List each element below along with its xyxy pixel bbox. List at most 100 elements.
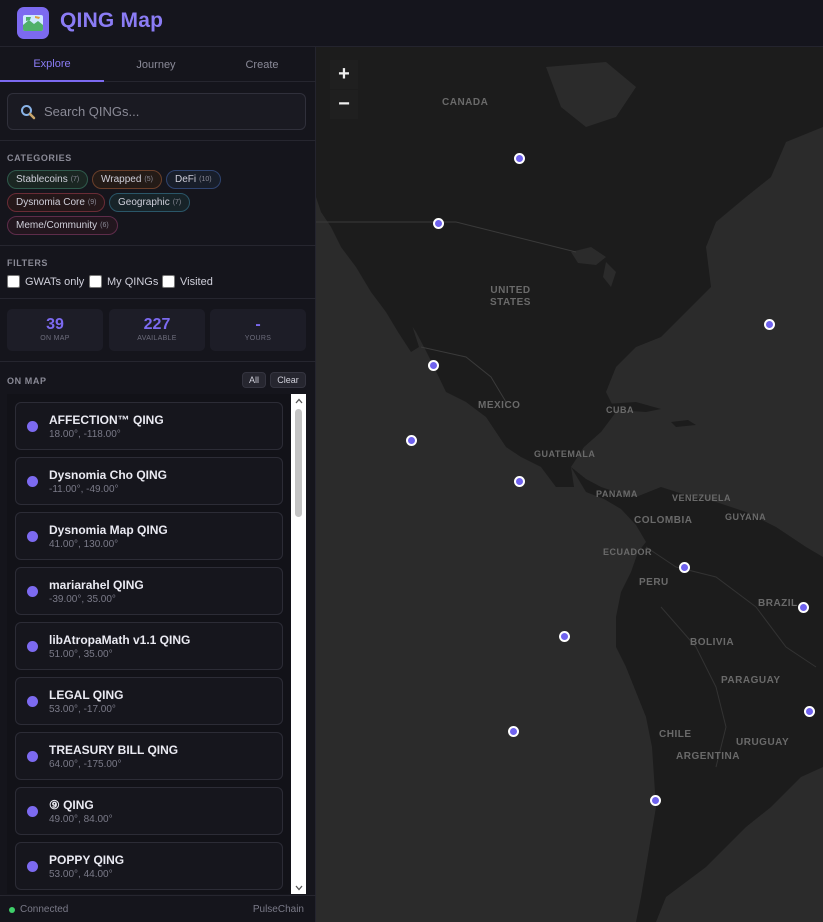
qing-dot: [27, 806, 38, 817]
map-label-chile: CHILE: [659, 729, 692, 740]
qing-marker[interactable]: [804, 706, 815, 717]
qing-marker[interactable]: [764, 319, 775, 330]
qing-marker[interactable]: [514, 476, 525, 487]
list-item[interactable]: POPPY QING 53.00°, 44.00°: [15, 842, 283, 890]
tab-bar: Explore Journey Create: [0, 47, 316, 82]
app-title: QING Map: [60, 9, 164, 32]
filter-label: My QINGs: [107, 275, 159, 288]
qing-name: ⑨ QING: [49, 798, 94, 812]
status-indicator: [9, 907, 15, 913]
chip-label: Meme/Community: [16, 220, 98, 231]
qing-marker[interactable]: [406, 435, 417, 446]
filters-label: FILTERS: [7, 258, 49, 268]
list-item[interactable]: LEGAL QING 53.00°, -17.00°: [15, 677, 283, 725]
sidebar: Explore Journey Create CATEGORIES Stable…: [0, 47, 316, 922]
qing-name: TREASURY BILL QING: [49, 743, 179, 757]
map-label-mexico: MEXICO: [478, 400, 521, 411]
category-chip-dysnomia-core[interactable]: Dysnomia Core (9): [7, 193, 106, 212]
qing-marker[interactable]: [679, 562, 690, 573]
select-all-button[interactable]: All: [242, 372, 266, 388]
list-item[interactable]: TREASURY BILL QING 64.00°, -175.00°: [15, 732, 283, 780]
app-header: QING Map: [0, 0, 823, 47]
qing-coords: 51.00°, 35.00°: [49, 649, 113, 660]
map-label-guatemala: GUATEMALA: [534, 449, 596, 459]
list-item[interactable]: ⑨ QING 49.00°, 84.00°: [15, 787, 283, 835]
chip-label: Geographic: [118, 197, 170, 208]
qing-marker[interactable]: [559, 631, 570, 642]
qing-dot: [27, 476, 38, 487]
qing-marker[interactable]: [514, 153, 525, 164]
map-label-venezuela: VENEZUELA: [672, 493, 732, 503]
scroll-up-icon[interactable]: [291, 394, 306, 407]
clear-button[interactable]: Clear: [270, 372, 306, 388]
visited-checkbox[interactable]: [162, 275, 175, 288]
chip-count: (5): [144, 176, 153, 183]
tab-journey[interactable]: Journey: [104, 47, 208, 82]
map-label-cuba: CUBA: [606, 405, 634, 415]
category-chip-wrapped[interactable]: Wrapped (5): [92, 170, 162, 189]
divider: [0, 361, 316, 362]
list-item[interactable]: Dysnomia Cho QING -11.00°, -49.00°: [15, 457, 283, 505]
map-label-united-states: UNITED STATES: [490, 285, 531, 308]
qing-coords: 53.00°, -17.00°: [49, 704, 116, 715]
qing-name: mariarahel QING: [49, 578, 144, 592]
qing-name: AFFECTION™ QING: [49, 413, 164, 427]
map-label-argentina: ARGENTINA: [676, 751, 740, 762]
qing-coords: -39.00°, 35.00°: [49, 594, 116, 605]
stat-label: AVAILABLE: [137, 335, 177, 342]
qing-marker[interactable]: [798, 602, 809, 613]
qing-marker[interactable]: [650, 795, 661, 806]
search-icon: [21, 105, 36, 120]
chip-label: Stablecoins: [16, 174, 68, 185]
map-label-uruguay: URUGUAY: [736, 737, 790, 748]
tab-explore[interactable]: Explore: [0, 47, 104, 82]
connection-status: Connected: [20, 904, 69, 915]
qing-dot: [27, 696, 38, 707]
stat-yours: - YOURS: [210, 309, 306, 351]
chip-label: Dysnomia Core: [16, 197, 85, 208]
list-item[interactable]: Dysnomia Map QING 41.00°, 130.00°: [15, 512, 283, 560]
map-label-ecuador: ECUADOR: [603, 547, 653, 557]
chip-label: Wrapped: [101, 174, 142, 185]
category-chip-stablecoins[interactable]: Stablecoins (7): [7, 170, 89, 189]
qing-dot: [27, 586, 38, 597]
qing-coords: 53.00°, 44.00°: [49, 869, 113, 880]
zoom-out-button[interactable]: −: [330, 90, 358, 119]
list-item[interactable]: AFFECTION™ QING 18.00°, -118.00°: [15, 402, 283, 450]
categories-label: CATEGORIES: [7, 153, 72, 163]
qing-marker[interactable]: [433, 218, 444, 229]
scroll-thumb[interactable]: [295, 409, 302, 517]
list-scrollbar[interactable]: [291, 394, 306, 894]
scroll-down-icon[interactable]: [291, 881, 306, 894]
list-item[interactable]: mariarahel QING -39.00°, 35.00°: [15, 567, 283, 615]
filter-gwats-only[interactable]: GWATs only: [7, 275, 84, 288]
qing-coords: 18.00°, -118.00°: [49, 429, 121, 440]
search-input[interactable]: [44, 94, 299, 129]
category-chip-defi[interactable]: DeFi (10): [166, 170, 221, 189]
my-qings-checkbox[interactable]: [89, 275, 102, 288]
stat-on-map: 39 ON MAP: [7, 309, 103, 351]
category-chip-meme-community[interactable]: Meme/Community (6): [7, 216, 118, 235]
map-label-brazil: BRAZIL: [758, 598, 798, 609]
qing-name: Dysnomia Cho QING: [49, 468, 168, 482]
filter-visited[interactable]: Visited: [162, 275, 213, 288]
qing-marker[interactable]: [428, 360, 439, 371]
category-chip-geographic[interactable]: Geographic (7): [109, 193, 191, 212]
map-label-peru: PERU: [639, 577, 669, 588]
qing-dot: [27, 641, 38, 652]
qing-dot: [27, 861, 38, 872]
divider: [0, 298, 316, 299]
chip-count: (6): [100, 222, 109, 229]
stat-available: 227 AVAILABLE: [109, 309, 205, 351]
qing-coords: 49.00°, 84.00°: [49, 814, 113, 825]
list-item[interactable]: libAtropaMath v1.1 QING 51.00°, 35.00°: [15, 622, 283, 670]
filter-label: GWATs only: [25, 275, 85, 288]
qing-marker[interactable]: [508, 726, 519, 737]
map-icon: [17, 7, 49, 39]
qing-name: libAtropaMath v1.1 QING: [49, 633, 191, 647]
zoom-in-button[interactable]: +: [330, 60, 358, 89]
filter-my-qings[interactable]: My QINGs: [89, 275, 158, 288]
gwats-only-checkbox[interactable]: [7, 275, 20, 288]
tab-create[interactable]: Create: [210, 47, 314, 82]
map-view[interactable]: + − CANADA UNITED STATES MEXICO CUBA GUA…: [316, 47, 823, 922]
